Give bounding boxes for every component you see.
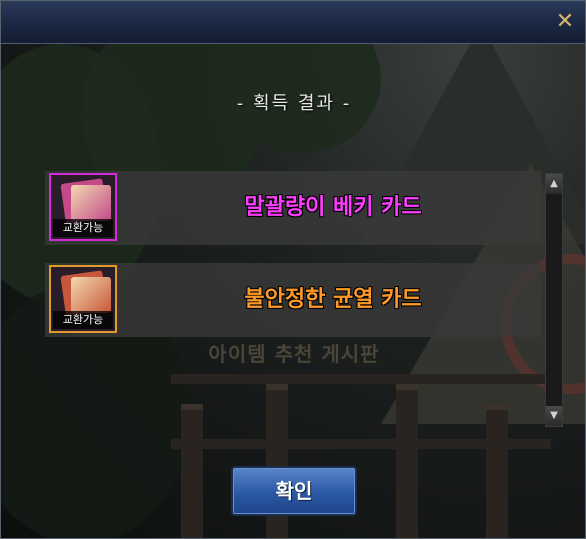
tradable-badge: 교환가능 (53, 311, 113, 329)
fence-post (181, 404, 203, 538)
chevron-up-icon[interactable]: ▲ (546, 174, 562, 194)
card-front-shape (71, 277, 111, 313)
item-name: 불안정한 균열 카드 (244, 287, 422, 312)
item-name: 말괄량이 베키 카드 (244, 195, 422, 220)
tradable-badge: 교환가능 (53, 219, 113, 237)
card-item-icon[interactable]: 교환가능 (49, 173, 117, 241)
acquisition-result-dialog: ✕ - 획득 결과 - 교환가능 말괄량이 베키 카드 교환가능 불안정한 균열… (0, 0, 586, 539)
chevron-down-icon[interactable]: ▼ (546, 406, 562, 426)
watermark-text: 아이템 추천 게시판 (208, 342, 380, 366)
result-list: 교환가능 말괄량이 베키 카드 교환가능 불안정한 균열 카드 (45, 171, 541, 421)
list-item[interactable]: 교환가능 말괄량이 베키 카드 (45, 171, 541, 245)
close-icon[interactable]: ✕ (553, 10, 577, 34)
title-bar: ✕ (1, 1, 585, 44)
result-heading: - 획득 결과 - (236, 93, 352, 114)
confirm-button[interactable]: 확인 (231, 466, 357, 516)
fence-post (486, 404, 508, 538)
card-item-icon[interactable]: 교환가능 (49, 265, 117, 333)
card-front-shape (71, 185, 111, 221)
scrollbar[interactable]: ▲ ▼ (545, 173, 563, 427)
list-item[interactable]: 교환가능 불안정한 균열 카드 (45, 263, 541, 337)
